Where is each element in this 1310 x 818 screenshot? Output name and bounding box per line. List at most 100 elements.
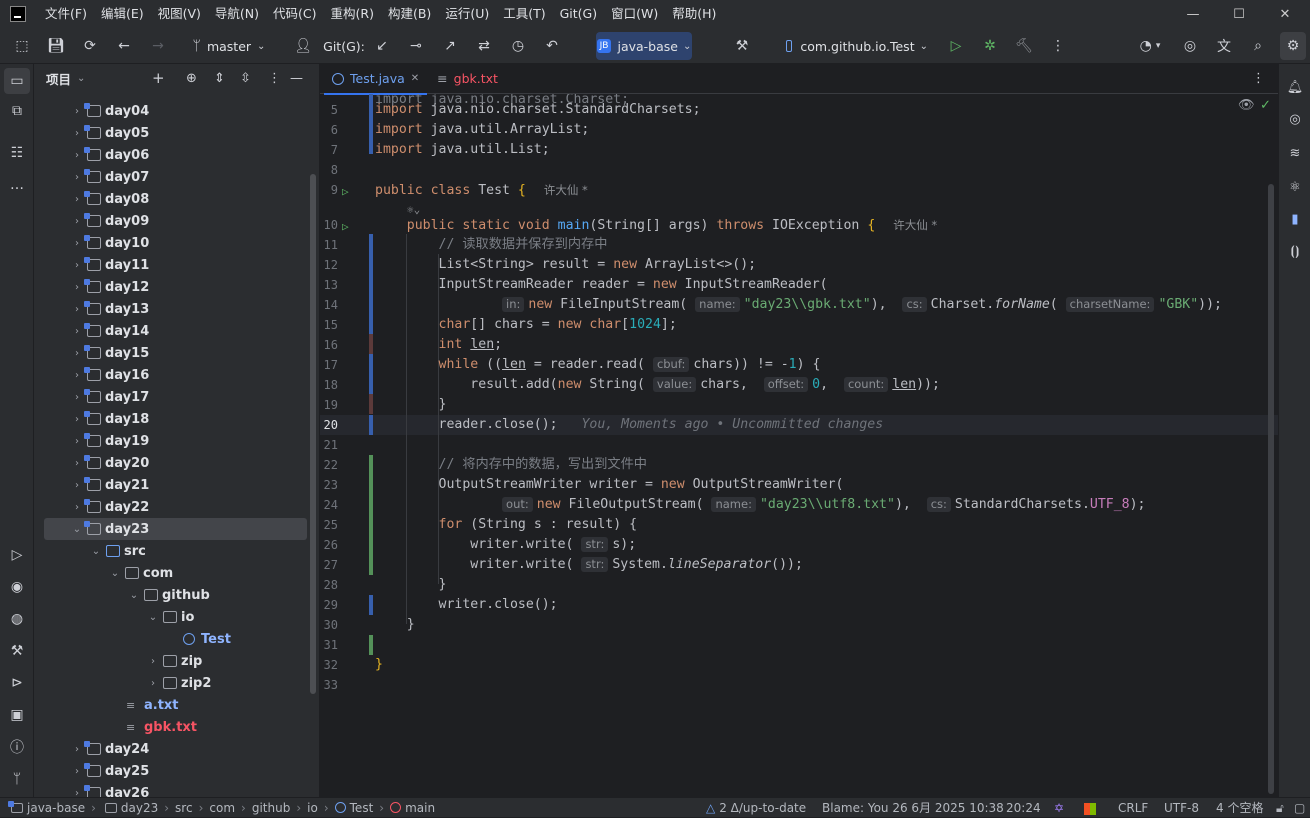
tree-arrow-icon[interactable]: › xyxy=(70,370,84,381)
cursor-position[interactable]: 20:24 xyxy=(1006,798,1041,818)
tree-item[interactable]: › day25 xyxy=(34,760,306,782)
tree-item[interactable]: › zip2 xyxy=(34,672,306,694)
breadcrumb-item[interactable]: day23 xyxy=(121,801,158,815)
expand-all-icon[interactable]: ⇕ xyxy=(214,71,225,86)
line-separator[interactable]: CRLF xyxy=(1118,798,1148,818)
tree-arrow-icon[interactable]: › xyxy=(70,194,84,205)
tab-options-icon[interactable]: ⋮ xyxy=(1252,71,1265,86)
breadcrumb-item[interactable]: Test xyxy=(350,801,374,815)
tree-item[interactable]: › day24 xyxy=(34,738,306,760)
menu-item[interactable]: 视图(V) xyxy=(151,0,208,28)
build-hammer-icon[interactable]: ⚒ xyxy=(730,28,754,64)
tree-item[interactable]: › day11 xyxy=(34,254,306,276)
vcs-status[interactable]: △ 2 Δ/up-to-date xyxy=(706,798,806,818)
tree-item[interactable]: › day10 xyxy=(34,232,306,254)
breadcrumb-item[interactable]: github xyxy=(252,801,290,815)
build-tool-icon[interactable]: ⚒ xyxy=(4,638,30,664)
search-icon[interactable]: ⌕ xyxy=(1246,28,1270,64)
tree-item[interactable]: ≡ a.txt xyxy=(34,694,306,716)
tree-item[interactable]: ⌄ src xyxy=(34,540,306,562)
open-folder-icon[interactable]: ⬚ xyxy=(10,28,34,64)
tree-arrow-icon[interactable]: › xyxy=(146,656,160,667)
notifications-icon[interactable]: 🔔︎ xyxy=(1282,74,1308,100)
maximize-icon[interactable]: ☐ xyxy=(1216,0,1262,28)
tree-arrow-icon[interactable]: › xyxy=(70,502,84,513)
more-tools-icon[interactable]: … xyxy=(4,172,30,198)
code-with-me-icon[interactable]: ◔ ▾ xyxy=(1130,28,1170,64)
settings-gear-icon[interactable]: ⚙ xyxy=(1280,32,1306,60)
database-icon[interactable]: ≋ xyxy=(1282,140,1308,166)
author-hint[interactable]: 许大仙 * xyxy=(893,218,937,232)
breadcrumb-item[interactable]: main xyxy=(405,801,435,815)
endpoints-tool-icon[interactable]: ⊳ xyxy=(4,670,30,696)
memory-indicator-icon[interactable]: ▢ xyxy=(1294,798,1305,818)
tree-item[interactable]: › day14 xyxy=(34,320,306,342)
structure-tool-icon[interactable]: ☷ xyxy=(4,140,30,166)
terminal-tool-icon[interactable]: ▣ xyxy=(4,702,30,728)
author-hint[interactable]: 许大仙 * xyxy=(544,183,588,197)
services-tool-icon[interactable]: ◉ xyxy=(4,574,30,600)
indent-setting[interactable]: 4 个空格 xyxy=(1216,798,1263,818)
git-rollback-icon[interactable]: ↶ xyxy=(540,28,564,64)
file-encoding[interactable]: UTF-8 xyxy=(1164,798,1199,818)
no-problems-check-icon[interactable]: ✓ xyxy=(1260,98,1271,113)
menu-item[interactable]: 窗口(W) xyxy=(604,0,665,28)
tree-item[interactable]: › day08 xyxy=(34,188,306,210)
tree-item[interactable]: › day26 xyxy=(34,782,306,797)
commit-tool-icon[interactable]: ⧉ xyxy=(4,98,30,124)
hide-panel-icon[interactable]: — xyxy=(290,71,303,86)
tree-item[interactable]: › day05 xyxy=(34,122,306,144)
maven-icon[interactable]: ⚛ xyxy=(1282,174,1308,200)
tree-arrow-icon[interactable]: ⌄ xyxy=(127,590,141,601)
menu-item[interactable]: 重构(R) xyxy=(324,0,381,28)
editor-scrollbar[interactable] xyxy=(1268,184,1274,794)
tree-item[interactable]: › day19 xyxy=(34,430,306,452)
options-icon[interactable]: ⋮ xyxy=(268,71,281,86)
tab-gbk-txt[interactable]: ≡ gbk.txt xyxy=(429,64,506,94)
run-config-selector[interactable]: com.github.io.Test ⌄ xyxy=(786,28,928,64)
tree-arrow-icon[interactable]: › xyxy=(146,678,160,689)
tree-item[interactable]: ⌄ day23 xyxy=(44,518,307,540)
blame-status[interactable]: Blame: You 26 6月 2025 10:38 xyxy=(822,798,1004,818)
sync-icon[interactable]: ⟳ xyxy=(78,28,102,64)
ai-assistant-icon[interactable]: ◎ xyxy=(1178,28,1202,64)
menu-item[interactable]: 工具(T) xyxy=(496,0,552,28)
menu-item[interactable]: 文件(F) xyxy=(38,0,94,28)
tree-item[interactable]: › day15 xyxy=(34,342,306,364)
menu-item[interactable]: 代码(C) xyxy=(266,0,323,28)
tree-item[interactable]: › day20 xyxy=(34,452,306,474)
project-scrollbar[interactable] xyxy=(310,174,316,694)
tree-item[interactable]: › day21 xyxy=(34,474,306,496)
project-panel-title[interactable]: 项目 xyxy=(46,69,71,88)
tree-item[interactable]: › day16 xyxy=(34,364,306,386)
tree-arrow-icon[interactable]: ⌄ xyxy=(108,568,122,579)
run-class-icon[interactable]: ▷ xyxy=(342,182,349,202)
project-selector[interactable]: JB java-base ⌄ xyxy=(596,32,692,60)
code-area[interactable]: ▷ ▷ 5 6 7 8 9 10 11 12 13 14 15 16 17 18 19 20 21 22 23 24 2… xyxy=(320,94,1278,797)
tree-item[interactable]: › day13 xyxy=(34,298,306,320)
tree-arrow-icon[interactable]: › xyxy=(70,414,84,425)
menu-item[interactable]: 构建(B) xyxy=(381,0,438,28)
run-tool-icon[interactable]: ▷ xyxy=(4,542,30,568)
close-icon[interactable]: ✕ xyxy=(1262,0,1308,28)
translate-icon[interactable]: 文 xyxy=(1212,28,1236,64)
tree-item[interactable]: › day07 xyxy=(34,166,306,188)
tree-arrow-icon[interactable]: › xyxy=(70,744,84,755)
tree-arrow-icon[interactable]: › xyxy=(70,106,84,117)
tree-item[interactable]: › day18 xyxy=(34,408,306,430)
build-icon[interactable]: 🔨︎ xyxy=(1012,28,1036,64)
save-icon[interactable]: 💾︎ xyxy=(44,28,68,64)
tree-arrow-icon[interactable]: ⌄ xyxy=(70,524,84,535)
breadcrumb-item[interactable]: com xyxy=(209,801,235,815)
menu-item[interactable]: Git(G) xyxy=(553,0,605,28)
tree-arrow-icon[interactable]: › xyxy=(70,326,84,337)
more-actions-icon[interactable]: ⋮ xyxy=(1046,28,1070,64)
tree-item[interactable]: › zip xyxy=(34,650,306,672)
breadcrumb-item[interactable]: java-base xyxy=(27,801,85,815)
user-icon[interactable]: 👤︎ xyxy=(292,28,314,64)
readonly-lock-icon[interactable]: 🔓︎ xyxy=(1276,798,1284,818)
tree-arrow-icon[interactable]: › xyxy=(70,348,84,359)
back-icon[interactable]: ← xyxy=(112,28,136,64)
run-main-icon[interactable]: ▷ xyxy=(342,217,349,237)
git-commit-icon[interactable]: ⊸ xyxy=(404,28,428,64)
